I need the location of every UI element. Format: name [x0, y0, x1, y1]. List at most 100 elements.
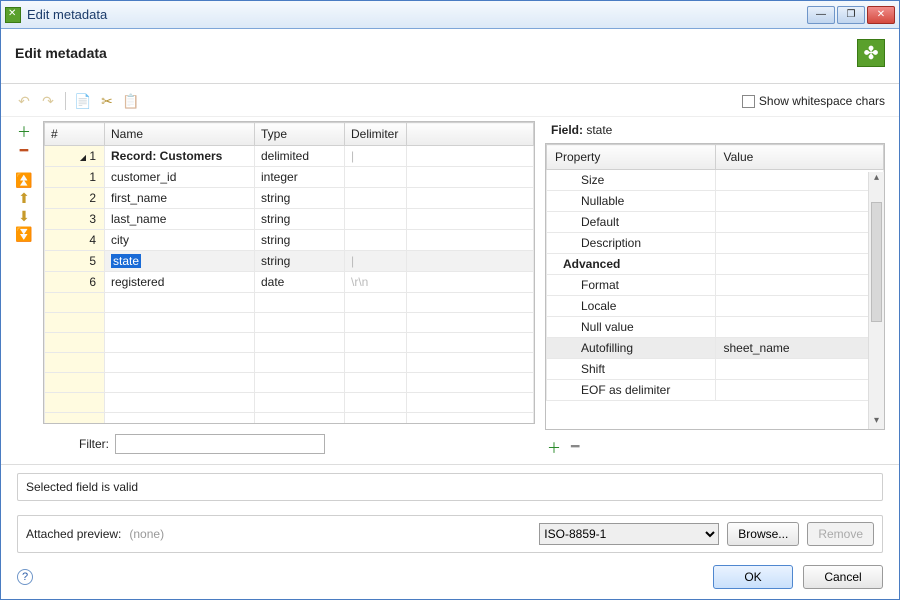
row-name[interactable]: registered: [105, 272, 255, 293]
property-row[interactable]: Default: [547, 212, 884, 233]
move-down-icon[interactable]: ⬇: [15, 209, 33, 223]
property-key: Description: [547, 233, 716, 254]
move-top-icon[interactable]: ⏫: [15, 173, 33, 187]
property-key: Nullable: [547, 191, 716, 212]
property-row[interactable]: EOF as delimiter: [547, 380, 884, 401]
property-key: Null value: [547, 317, 716, 338]
status-text: Selected field is valid: [26, 480, 138, 494]
move-up-icon[interactable]: ⬆: [15, 191, 33, 205]
col-property-header[interactable]: Property: [547, 145, 716, 170]
col-delimiter-header[interactable]: Delimiter: [345, 123, 407, 146]
properties-table[interactable]: Property Value SizeNullableDefaultDescri…: [545, 143, 885, 430]
attached-preview-value: (none): [129, 527, 164, 541]
row-type[interactable]: integer: [255, 167, 345, 188]
encoding-select[interactable]: ISO-8859-1: [539, 523, 719, 545]
property-key: Advanced: [547, 254, 716, 275]
remove-preview-button: Remove: [807, 522, 874, 546]
property-row[interactable]: Shift: [547, 359, 884, 380]
add-property-icon[interactable]: ＋: [547, 438, 561, 458]
row-delimiter[interactable]: [345, 167, 407, 188]
row-number: ◢ 1: [45, 146, 105, 167]
table-row[interactable]: 6registereddate\r\n: [45, 272, 534, 293]
row-name[interactable]: last_name: [105, 209, 255, 230]
table-row[interactable]: ◢ 1Record: Customersdelimited|: [45, 146, 534, 167]
row-type[interactable]: date: [255, 272, 345, 293]
col-value-header[interactable]: Value: [715, 145, 884, 170]
property-key: Shift: [547, 359, 716, 380]
row-delimiter[interactable]: [345, 188, 407, 209]
property-row[interactable]: Locale: [547, 296, 884, 317]
remove-property-icon[interactable]: ━: [571, 438, 579, 458]
property-value[interactable]: [715, 233, 884, 254]
property-row[interactable]: Advanced: [547, 254, 884, 275]
copy-icon[interactable]: 📄: [74, 92, 92, 110]
help-icon[interactable]: ?: [17, 569, 33, 585]
property-value[interactable]: [715, 359, 884, 380]
undo-icon[interactable]: ↶: [15, 92, 33, 110]
col-name-header[interactable]: Name: [105, 123, 255, 146]
maximize-button[interactable]: ❐: [837, 6, 865, 24]
col-type-header[interactable]: Type: [255, 123, 345, 146]
close-button[interactable]: ✕: [867, 6, 895, 24]
toolbar-separator: [65, 92, 66, 110]
row-name[interactable]: city: [105, 230, 255, 251]
property-value[interactable]: [715, 317, 884, 338]
row-name[interactable]: customer_id: [105, 167, 255, 188]
scroll-down-icon[interactable]: ▾: [869, 415, 884, 429]
row-number: 1: [45, 167, 105, 188]
row-delimiter[interactable]: \r\n: [345, 272, 407, 293]
property-row[interactable]: Description: [547, 233, 884, 254]
property-value[interactable]: [715, 296, 884, 317]
minimize-button[interactable]: —: [807, 6, 835, 24]
property-value[interactable]: [715, 191, 884, 212]
cancel-button[interactable]: Cancel: [803, 565, 883, 589]
row-name[interactable]: Record: Customers: [105, 146, 255, 167]
filter-input[interactable]: [115, 434, 325, 454]
row-delimiter[interactable]: [345, 209, 407, 230]
paste-icon[interactable]: 📋: [122, 92, 140, 110]
table-row[interactable]: 1customer_idinteger: [45, 167, 534, 188]
table-row[interactable]: 4citystring: [45, 230, 534, 251]
scroll-thumb[interactable]: [871, 202, 882, 322]
status-bar: Selected field is valid: [1, 464, 899, 509]
row-delimiter[interactable]: |: [345, 251, 407, 272]
show-whitespace-checkbox[interactable]: Show whitespace chars: [742, 94, 885, 108]
col-number-header[interactable]: #: [45, 123, 105, 146]
row-name[interactable]: first_name: [105, 188, 255, 209]
property-key: Locale: [547, 296, 716, 317]
property-row[interactable]: Size: [547, 170, 884, 191]
row-type[interactable]: string: [255, 251, 345, 272]
remove-row-icon[interactable]: ━: [15, 143, 33, 157]
property-value[interactable]: [715, 212, 884, 233]
row-delimiter[interactable]: |: [345, 146, 407, 167]
row-name[interactable]: state: [105, 251, 255, 272]
cut-icon[interactable]: ✂: [98, 92, 116, 110]
property-value[interactable]: [715, 170, 884, 191]
move-bottom-icon[interactable]: ⏬: [15, 227, 33, 241]
ok-button[interactable]: OK: [713, 565, 793, 589]
property-value[interactable]: sheet_name: [715, 338, 884, 359]
table-row[interactable]: 3last_namestring: [45, 209, 534, 230]
table-row[interactable]: 2first_namestring: [45, 188, 534, 209]
properties-scrollbar[interactable]: ▴ ▾: [868, 172, 884, 429]
add-row-icon[interactable]: ＋: [15, 125, 33, 139]
row-delimiter[interactable]: [345, 230, 407, 251]
property-row[interactable]: Format: [547, 275, 884, 296]
table-row[interactable]: 5statestring|: [45, 251, 534, 272]
titlebar[interactable]: Edit metadata — ❐ ✕: [1, 1, 899, 29]
row-type[interactable]: string: [255, 230, 345, 251]
row-type[interactable]: string: [255, 209, 345, 230]
row-type[interactable]: string: [255, 188, 345, 209]
property-row[interactable]: Null value: [547, 317, 884, 338]
scroll-up-icon[interactable]: ▴: [869, 172, 884, 186]
table-row-empty: [45, 313, 534, 333]
browse-button[interactable]: Browse...: [727, 522, 799, 546]
property-row[interactable]: Nullable: [547, 191, 884, 212]
property-value[interactable]: [715, 380, 884, 401]
fields-table[interactable]: # Name Type Delimiter ◢ 1Record: Custome…: [43, 121, 535, 424]
row-type[interactable]: delimited: [255, 146, 345, 167]
property-value[interactable]: [715, 254, 884, 275]
property-value[interactable]: [715, 275, 884, 296]
property-row[interactable]: Autofillingsheet_name: [547, 338, 884, 359]
redo-icon[interactable]: ↷: [39, 92, 57, 110]
